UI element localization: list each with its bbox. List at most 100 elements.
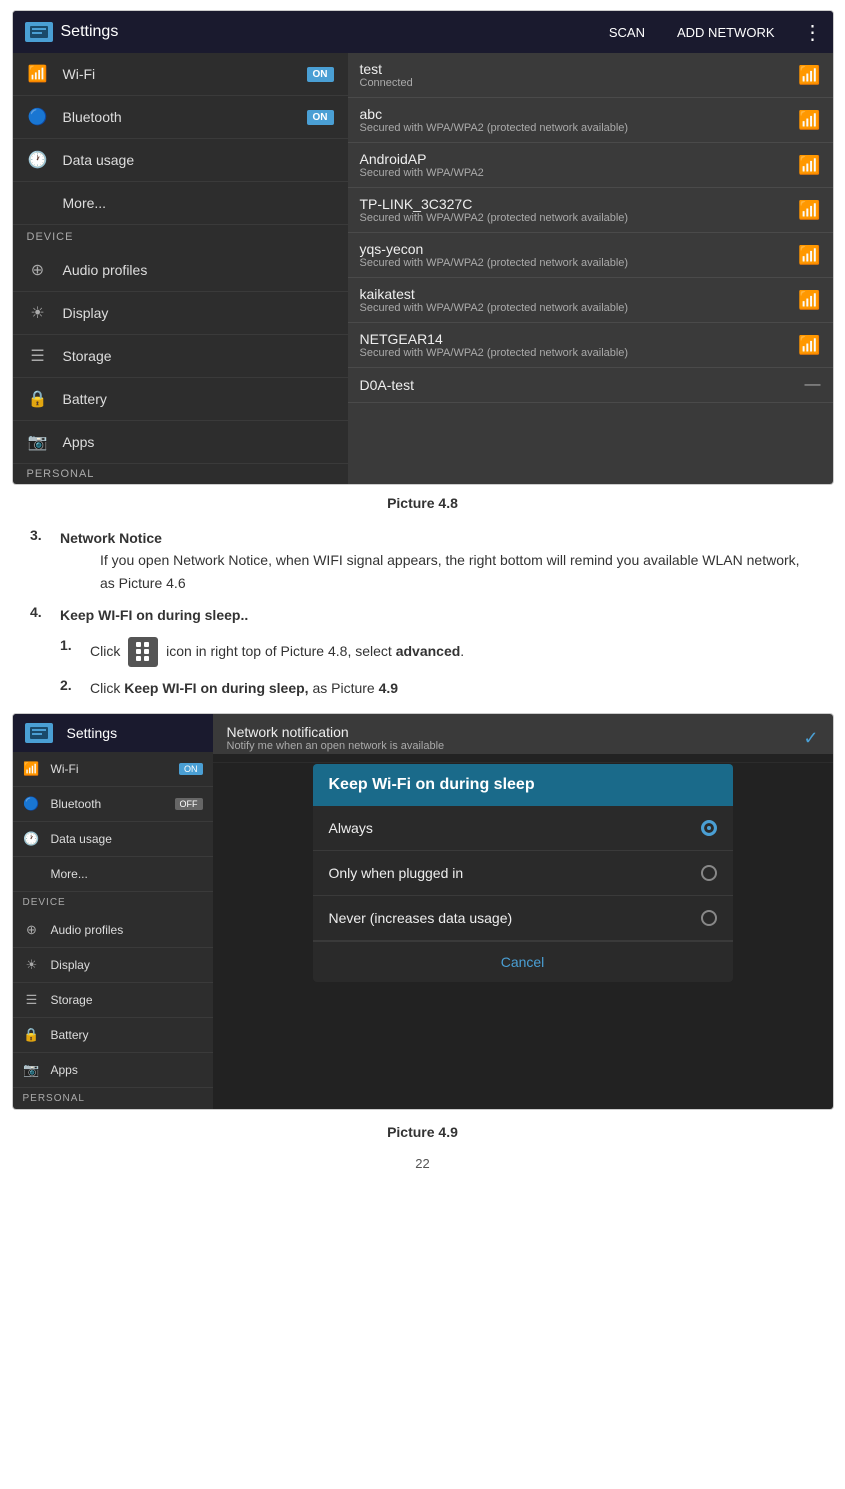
step-2-click-label: Click xyxy=(90,680,120,696)
display-icon: ☀ xyxy=(27,302,49,324)
sidebar-item-data-usage[interactable]: 🕐 Data usage xyxy=(13,139,348,182)
network-status-androidap: Secured with WPA/WPA2 xyxy=(360,167,799,179)
dialog-option-always[interactable]: Always xyxy=(313,806,733,851)
doc-item-4: 4. Keep WI-FI on during sleep.. xyxy=(30,604,815,626)
option-always-label: Always xyxy=(329,820,701,836)
sidebar2-item-wifi[interactable]: 📶 Wi-Fi ON xyxy=(13,752,213,787)
dialog-overlay: Keep Wi-Fi on during sleep Always Only w… xyxy=(213,754,833,1109)
network-status-netgear: Secured with WPA/WPA2 (protected network… xyxy=(360,347,799,359)
sidebar-item-display[interactable]: ☀ Display xyxy=(13,292,348,335)
radio-always-selected xyxy=(701,820,717,836)
data-usage-icon-2: 🕐 xyxy=(23,830,41,848)
step-1-click-label: Click xyxy=(90,643,120,659)
sidebar2-item-apps[interactable]: 📷 Apps xyxy=(13,1053,213,1088)
wifi-signal-abc: 📶 xyxy=(798,110,820,131)
sidebar2-wifi-label: Wi-Fi xyxy=(51,762,170,776)
network-status-kaikatest: Secured with WPA/WPA2 (protected network… xyxy=(360,302,799,314)
screenshot-1: Settings 📶 Wi-Fi ON 🔵 Bluetooth ON 🕐 Dat… xyxy=(12,10,834,485)
wifi-signal-test: 📶 xyxy=(798,65,820,86)
wifi-toggle-2[interactable]: ON xyxy=(179,763,203,775)
sidebar2-item-more[interactable]: More... xyxy=(13,857,213,892)
sidebar-apps-label: Apps xyxy=(63,434,334,450)
caption-1: Picture 4.8 xyxy=(0,495,845,511)
network-item-abc[interactable]: abc Secured with WPA/WPA2 (protected net… xyxy=(348,98,833,143)
notification-checkmark: ✓ xyxy=(803,728,818,749)
sidebar2-item-storage[interactable]: ☰ Storage xyxy=(13,983,213,1018)
dialog-title: Keep Wi-Fi on during sleep xyxy=(313,764,733,806)
sidebar-item-bluetooth[interactable]: 🔵 Bluetooth ON xyxy=(13,96,348,139)
network-name-yqs: yqs-yecon xyxy=(360,241,799,257)
network-item-androidap[interactable]: AndroidAP Secured with WPA/WPA2 📶 xyxy=(348,143,833,188)
audio-icon-2: ⊕ xyxy=(23,921,41,939)
step-2-text: Click Keep WI-FI on during sleep, as Pic… xyxy=(90,677,398,699)
sidebar2-bluetooth-label: Bluetooth xyxy=(51,797,165,811)
sidebar2-item-data-usage[interactable]: 🕐 Data usage xyxy=(13,822,213,857)
sidebar-item-storage[interactable]: ☰ Storage xyxy=(13,335,348,378)
radio-plugged-unselected xyxy=(701,865,717,881)
step-2-pic-ref: 4.9 xyxy=(379,680,398,696)
wifi-toggle[interactable]: ON xyxy=(307,67,334,82)
sidebar-item-apps[interactable]: 📷 Apps xyxy=(13,421,348,464)
network-item-test[interactable]: test Connected 📶 xyxy=(348,53,833,98)
bluetooth-toggle-2[interactable]: OFF xyxy=(175,798,203,810)
wifi-network-panel: SCAN ADD NETWORK ⋮ test Connected 📶 abc … xyxy=(348,11,833,484)
sidebar-item-more[interactable]: More... xyxy=(13,182,348,225)
dialog-option-never[interactable]: Never (increases data usage) xyxy=(313,896,733,941)
sidebar2-item-battery[interactable]: 🔒 Battery xyxy=(13,1018,213,1053)
wifi-main-panel-2: Network notification Notify me when an o… xyxy=(213,714,833,1109)
network-item-tplink[interactable]: TP-LINK_3C327C Secured with WPA/WPA2 (pr… xyxy=(348,188,833,233)
step-1-number: 1. xyxy=(60,637,80,667)
doc-item-3: 3. Network Notice If you open Network No… xyxy=(30,527,815,594)
sidebar2-item-audio[interactable]: ⊕ Audio profiles xyxy=(13,913,213,948)
step-2-number: 2. xyxy=(60,677,80,699)
network-info-androidap: AndroidAP Secured with WPA/WPA2 xyxy=(360,151,799,179)
option-never-label: Never (increases data usage) xyxy=(329,910,701,926)
network-name-androidap: AndroidAP xyxy=(360,151,799,167)
battery-icon-2: 🔒 xyxy=(23,1026,41,1044)
audio-icon: ⊕ xyxy=(27,259,49,281)
sidebar2-item-display[interactable]: ☀ Display xyxy=(13,948,213,983)
settings-title-1: Settings xyxy=(61,23,119,41)
sidebar2-more-label: More... xyxy=(51,867,203,881)
network-info-test: test Connected xyxy=(360,61,799,89)
more-icon xyxy=(27,192,49,214)
network-item-kaikatest[interactable]: kaikatest Secured with WPA/WPA2 (protect… xyxy=(348,278,833,323)
menu-dots-icon xyxy=(128,637,158,667)
scan-button[interactable]: SCAN xyxy=(609,25,645,40)
network-info-tplink: TP-LINK_3C327C Secured with WPA/WPA2 (pr… xyxy=(360,196,799,224)
settings-sidebar-1: Settings 📶 Wi-Fi ON 🔵 Bluetooth ON 🕐 Dat… xyxy=(13,11,348,484)
network-item-netgear[interactable]: NETGEAR14 Secured with WPA/WPA2 (protect… xyxy=(348,323,833,368)
add-network-button[interactable]: ADD NETWORK xyxy=(677,25,775,40)
sidebar-item-wifi[interactable]: 📶 Wi-Fi ON xyxy=(13,53,348,96)
settings-header-1: Settings xyxy=(13,11,348,53)
network-item-d0a[interactable]: D0A-test — xyxy=(348,368,833,403)
sidebar-item-battery[interactable]: 🔒 Battery xyxy=(13,378,348,421)
device-section-label-2: DEVICE xyxy=(13,892,213,913)
sidebar-item-audio[interactable]: ⊕ Audio profiles xyxy=(13,249,348,292)
network-status-tplink: Secured with WPA/WPA2 (protected network… xyxy=(360,212,799,224)
display-icon-2: ☀ xyxy=(23,956,41,974)
dialog-option-plugged[interactable]: Only when plugged in xyxy=(313,851,733,896)
settings-title-2: Settings xyxy=(67,725,118,741)
sidebar2-display-label: Display xyxy=(51,958,203,972)
sidebar-bluetooth-label: Bluetooth xyxy=(63,109,293,125)
storage-icon: ☰ xyxy=(27,345,49,367)
sidebar2-item-bluetooth[interactable]: 🔵 Bluetooth OFF xyxy=(13,787,213,822)
bluetooth-toggle[interactable]: ON xyxy=(307,110,334,125)
wifi-icon: 📶 xyxy=(27,63,49,85)
bluetooth-icon: 🔵 xyxy=(27,106,49,128)
notification-subtitle: Notify me when an open network is availa… xyxy=(227,740,804,752)
sidebar2-storage-label: Storage xyxy=(51,993,203,1007)
sidebar2-battery-label: Battery xyxy=(51,1028,203,1042)
caption-2: Picture 4.9 xyxy=(0,1124,845,1140)
network-status-test: Connected xyxy=(360,77,799,89)
network-item-yqs[interactable]: yqs-yecon Secured with WPA/WPA2 (protect… xyxy=(348,233,833,278)
sidebar-more-label: More... xyxy=(63,195,334,211)
more-icon-2 xyxy=(23,865,41,883)
document-content: 3. Network Notice If you open Network No… xyxy=(0,527,845,699)
dialog-cancel-button[interactable]: Cancel xyxy=(313,941,733,982)
network-info-abc: abc Secured with WPA/WPA2 (protected net… xyxy=(360,106,799,134)
more-options-button[interactable]: ⋮ xyxy=(803,20,823,45)
wifi-signal-tplink: 📶 xyxy=(798,200,820,221)
wifi-signal-d0a: — xyxy=(805,376,821,394)
